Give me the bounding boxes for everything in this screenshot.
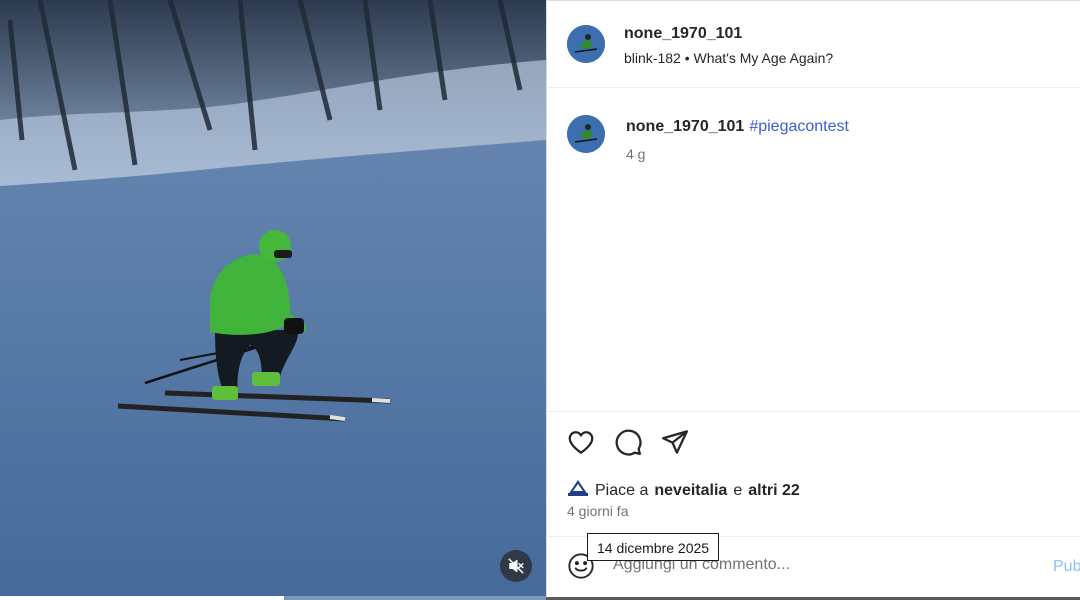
post-author-username[interactable]: none_1970_101	[624, 25, 742, 43]
caption-hashtag[interactable]: #piegacontest	[749, 118, 849, 135]
likes-others[interactable]: altri 22	[748, 482, 800, 500]
audio-separator: •	[684, 50, 690, 66]
likes-summary[interactable]: Piace a neveitalia e altri 22	[567, 478, 800, 503]
caption-timestamp[interactable]: 4 g	[626, 146, 645, 162]
video-progress-bar[interactable]	[0, 596, 546, 600]
post-header: none_1970_101 blink-182 • What's My Age …	[547, 1, 1080, 88]
video-progress-fill	[0, 596, 284, 600]
likes-liker[interactable]: neveitalia	[654, 482, 727, 500]
heart-icon[interactable]	[566, 427, 596, 457]
speaker-muted-icon	[507, 557, 525, 575]
comment-bubble-icon[interactable]	[613, 427, 643, 457]
post-details-panel: none_1970_101 blink-182 • What's My Age …	[546, 0, 1080, 600]
likes-connector: e	[733, 481, 743, 499]
publish-button[interactable]: Pubblica	[1053, 558, 1080, 576]
mute-button[interactable]	[500, 550, 532, 582]
audio-title[interactable]: What's My Age Again?	[694, 50, 834, 66]
post-video[interactable]	[0, 0, 546, 600]
ski-scene	[0, 0, 546, 600]
caption-avatar[interactable]	[567, 115, 605, 153]
date-tooltip: 14 dicembre 2025	[587, 533, 720, 561]
avatar[interactable]	[567, 25, 605, 63]
audio-info[interactable]: blink-182 • What's My Age Again?	[624, 50, 833, 66]
audio-artist[interactable]: blink-182	[624, 50, 681, 66]
divider	[547, 411, 1080, 412]
neveitalia-logo-icon	[567, 478, 589, 503]
caption-username[interactable]: none_1970_101	[626, 118, 744, 135]
paper-plane-icon[interactable]	[660, 427, 690, 457]
caption: none_1970_101 #piegacontest	[626, 118, 849, 136]
likes-prefix: Piace a	[595, 481, 649, 499]
post-date[interactable]: 4 giorni fa	[567, 503, 628, 519]
